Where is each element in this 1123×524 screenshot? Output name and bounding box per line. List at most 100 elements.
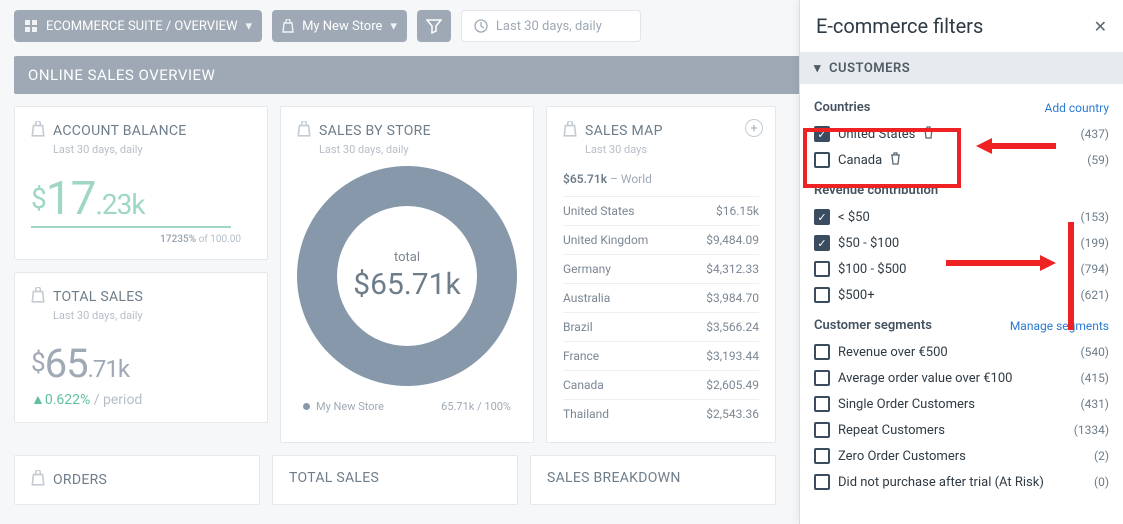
checkbox[interactable] bbox=[814, 474, 830, 490]
checkbox[interactable] bbox=[814, 261, 830, 277]
total-sales-value: $65.71k bbox=[31, 340, 251, 387]
account-balance-value: $17.23k bbox=[31, 172, 251, 226]
filter-label: Average order value over €100 bbox=[838, 371, 1012, 386]
funnel-icon bbox=[426, 18, 442, 34]
bag-icon bbox=[31, 287, 45, 307]
table-row: Brazil$3,566.24 bbox=[563, 312, 759, 341]
close-icon[interactable]: ✕ bbox=[1094, 17, 1107, 36]
donut-total-value: $65.71k bbox=[353, 267, 460, 302]
checkbox[interactable] bbox=[814, 448, 830, 464]
country-value: $9,484.09 bbox=[706, 233, 759, 247]
card-title: SALES MAP bbox=[585, 123, 663, 139]
checkbox[interactable] bbox=[814, 152, 830, 168]
bag-icon bbox=[297, 121, 311, 141]
country-value: $3,193.44 bbox=[706, 349, 759, 363]
group-countries-title: Countries bbox=[814, 100, 870, 115]
store-name: My New Store bbox=[302, 19, 382, 34]
table-row: Canada$2,605.49 bbox=[563, 370, 759, 399]
bag-icon bbox=[31, 121, 45, 141]
filter-row-segment[interactable]: Zero Order Customers(2) bbox=[814, 443, 1109, 469]
filter-row-revenue[interactable]: $100 - $500(794) bbox=[814, 256, 1109, 282]
chart-legend: My New Store 65.71k / 100% bbox=[297, 400, 517, 413]
filter-count: (59) bbox=[1087, 153, 1109, 167]
filter-row-country[interactable]: Canada (59) bbox=[814, 147, 1109, 173]
filter-label: Canada bbox=[838, 153, 882, 168]
filter-count: (431) bbox=[1080, 397, 1109, 411]
manage-segments-link[interactable]: Manage segments bbox=[1010, 319, 1109, 333]
checkbox[interactable] bbox=[814, 235, 830, 251]
filter-label: $500+ bbox=[838, 288, 875, 303]
filter-label: $50 - $100 bbox=[838, 236, 899, 251]
table-row: France $3,193.44 bbox=[563, 341, 759, 370]
donut-chart: total $65.71k bbox=[297, 166, 517, 386]
filter-count: (621) bbox=[1080, 288, 1109, 302]
panel-title: E-commerce filters bbox=[816, 14, 983, 38]
card-sales-map: SALES MAP + Last 30 days $65.71k – World… bbox=[546, 106, 776, 443]
filter-button[interactable] bbox=[417, 10, 451, 42]
country-name: United States bbox=[563, 204, 634, 218]
filter-row-segment[interactable]: Repeat Customers(1334) bbox=[814, 417, 1109, 443]
card-sales-breakdown-stub: SALES BREAKDOWN bbox=[530, 455, 776, 505]
chevron-down-icon: ▾ bbox=[390, 19, 397, 34]
sales-map-table: United States$16.15k United Kingdom $9,484… bbox=[563, 196, 759, 428]
filter-count: (2) bbox=[1094, 449, 1109, 463]
add-country-link[interactable]: Add country bbox=[1045, 101, 1109, 115]
checkbox[interactable] bbox=[814, 344, 830, 360]
breadcrumb-dropdown[interactable]: ECOMMERCE SUITE / OVERVIEW ▾ bbox=[14, 10, 262, 42]
filter-row-revenue[interactable]: $50 - $100(199) bbox=[814, 230, 1109, 256]
countries-list: United States(437) Canada (59) bbox=[814, 121, 1109, 173]
checkbox[interactable] bbox=[814, 370, 830, 386]
country-name: Brazil bbox=[563, 320, 593, 334]
delta-label: ▲0.622% / period bbox=[31, 391, 251, 408]
filter-row-segment[interactable]: Revenue over €500(540) bbox=[814, 339, 1109, 365]
filter-row-revenue[interactable]: $500+ (621) bbox=[814, 282, 1109, 308]
filter-row-segment[interactable]: Average order value over €100(415) bbox=[814, 365, 1109, 391]
filter-row-segment[interactable]: Single Order Customers(431) bbox=[814, 391, 1109, 417]
card-title: SALES BREAKDOWN bbox=[547, 470, 681, 486]
table-row: Germany$4,312.33 bbox=[563, 254, 759, 283]
card-title: TOTAL SALES bbox=[289, 470, 379, 486]
store-dropdown[interactable]: My New Store ▾ bbox=[272, 10, 407, 42]
country-name: Germany bbox=[563, 262, 611, 276]
card-sales-by-store: SALES BY STORE Last 30 days, daily total… bbox=[280, 106, 534, 443]
add-button[interactable]: + bbox=[745, 119, 763, 137]
panel-section-customers[interactable]: ▾ CUSTOMERS bbox=[800, 53, 1123, 84]
donut-total-label: total bbox=[353, 250, 460, 265]
filter-label: United States bbox=[838, 127, 915, 142]
checkbox[interactable] bbox=[814, 287, 830, 303]
country-value: $3,984.70 bbox=[706, 291, 759, 305]
country-value: $2,605.49 bbox=[706, 378, 759, 392]
checkbox[interactable] bbox=[814, 209, 830, 225]
card-subtitle: Last 30 days, daily bbox=[53, 143, 251, 156]
bag-icon bbox=[31, 470, 45, 490]
card-subtitle: Last 30 days, daily bbox=[319, 143, 517, 156]
grid-icon bbox=[24, 19, 38, 33]
filter-row-country[interactable]: United States(437) bbox=[814, 121, 1109, 147]
table-row: Thailand $2,543.36 bbox=[563, 399, 759, 428]
card-orders-stub: ORDERS bbox=[14, 455, 260, 505]
card-title: TOTAL SALES bbox=[53, 289, 143, 305]
revenue-list: < $50(153)$50 - $100(199)$100 - $500(794… bbox=[814, 204, 1109, 308]
filter-count: (0) bbox=[1094, 475, 1109, 489]
filter-label: Repeat Customers bbox=[838, 423, 945, 438]
progress-bar bbox=[31, 226, 231, 228]
bag-icon bbox=[563, 121, 577, 141]
checkbox[interactable] bbox=[814, 396, 830, 412]
card-subtitle: Last 30 days, daily bbox=[53, 309, 251, 322]
country-value: $2,543.36 bbox=[706, 407, 759, 421]
card-title: ACCOUNT BALANCE bbox=[53, 123, 187, 139]
filter-row-revenue[interactable]: < $50(153) bbox=[814, 204, 1109, 230]
trash-icon[interactable] bbox=[890, 152, 901, 168]
date-range-picker[interactable]: Last 30 days, daily bbox=[461, 10, 641, 42]
trash-icon[interactable] bbox=[923, 126, 934, 142]
country-name: Thailand bbox=[563, 407, 609, 421]
table-row: United Kingdom $9,484.09 bbox=[563, 225, 759, 254]
country-name: France bbox=[563, 349, 599, 363]
checkbox[interactable] bbox=[814, 126, 830, 142]
table-row: Australia$3,984.70 bbox=[563, 283, 759, 312]
card-title: SALES BY STORE bbox=[319, 123, 431, 139]
table-row: United States$16.15k bbox=[563, 196, 759, 225]
country-name: United Kingdom bbox=[563, 233, 648, 247]
filter-row-segment[interactable]: Did not purchase after trial (At Risk)(0… bbox=[814, 469, 1109, 495]
checkbox[interactable] bbox=[814, 422, 830, 438]
